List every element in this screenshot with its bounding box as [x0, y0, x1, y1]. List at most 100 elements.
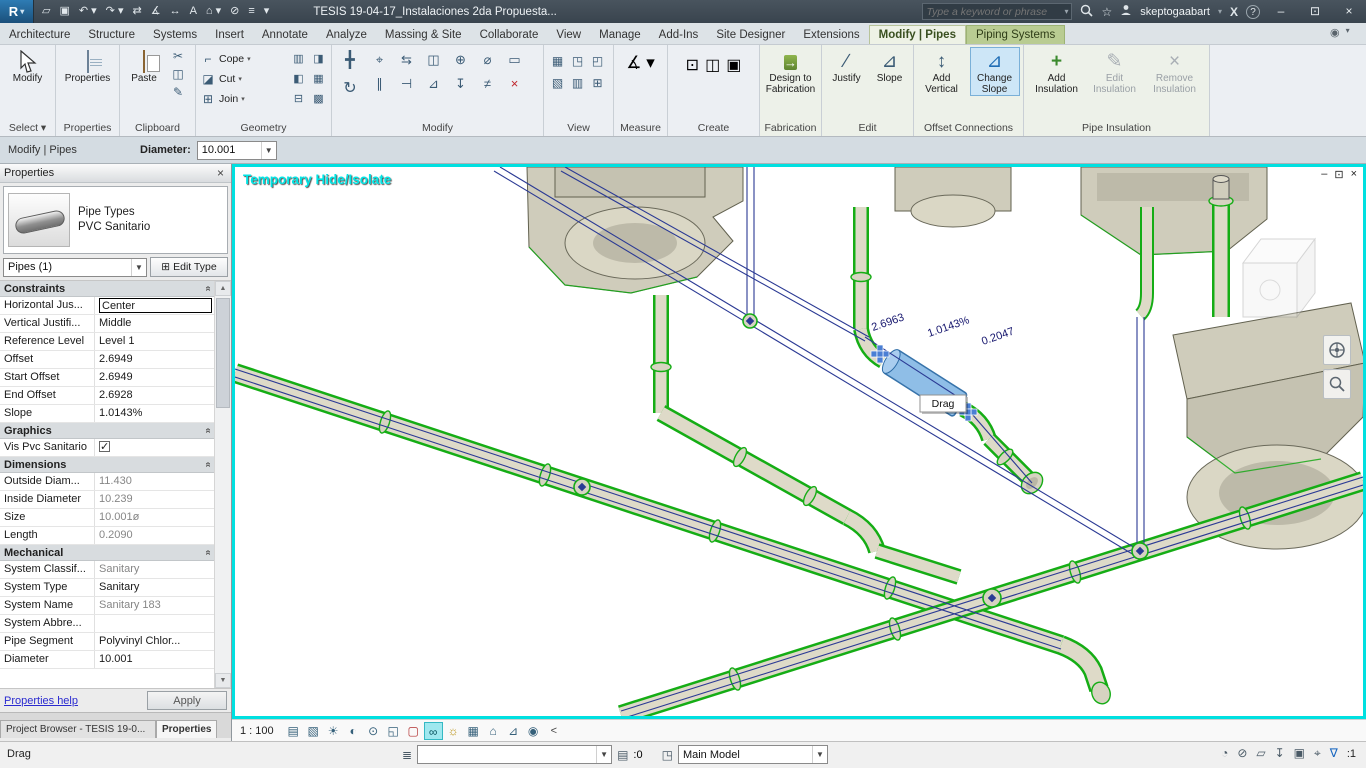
modify-button[interactable]: Modify [3, 47, 53, 86]
background-processes-icon[interactable]: ◔ [1221, 746, 1228, 761]
exchange-apps-icon[interactable]: X [1230, 5, 1238, 19]
save-icon[interactable]: ▣ [55, 1, 73, 22]
ribbon-tab[interactable]: Systems [144, 26, 206, 44]
expand-control-bar-icon[interactable]: < [545, 725, 557, 737]
extend-icon[interactable]: ⊿ [420, 72, 447, 96]
property-value[interactable]: 2.6949 [99, 371, 133, 383]
property-row[interactable]: System Classif... Sanitary [0, 561, 215, 579]
linework-icon[interactable]: ▥ [568, 71, 588, 93]
paste-button[interactable]: Paste [122, 47, 166, 86]
ribbon-tab[interactable]: Manage [590, 26, 650, 44]
property-row[interactable]: End Offset 2.6928 [0, 387, 215, 405]
undo-icon[interactable]: ↶ ▾ [75, 1, 101, 22]
dimension-label[interactable]: 2.6963 [870, 312, 906, 334]
temporary-hide-isolate-icon[interactable]: ∞ [423, 721, 443, 740]
property-value[interactable]: Sanitary [99, 581, 139, 593]
ribbon-tab[interactable]: View [547, 26, 590, 44]
plumbing-fixture-top-right[interactable] [1080, 166, 1268, 256]
mirror-icon[interactable]: ◫ [420, 48, 447, 72]
filter-icon[interactable]: ◳ [568, 49, 588, 71]
panel-label-offset-connections[interactable]: Offset Connections [914, 121, 1023, 136]
create-similar-icon[interactable]: ◫ [705, 55, 720, 75]
highlight-constraints-icon[interactable]: ◉ [524, 722, 543, 740]
dimension-label[interactable]: 0.2047 [980, 326, 1016, 348]
scroll-down-icon[interactable]: ▼ [215, 673, 231, 688]
scale-icon[interactable]: ∥ [366, 72, 393, 96]
editing-requests-icon[interactable]: ▤ [617, 748, 628, 762]
ribbon-tab[interactable]: Architecture [0, 26, 79, 44]
slope-button[interactable]: ⊿ Slope [870, 47, 910, 86]
property-value[interactable]: 0.2090 [99, 529, 133, 541]
drag-on-selection-icon[interactable]: ⌖ [1314, 746, 1321, 761]
filter-icon[interactable]: ∇ [1330, 746, 1338, 761]
panel-label-fabrication[interactable]: Fabrication [760, 121, 821, 136]
property-row[interactable]: Horizontal Jus... Center [0, 297, 215, 315]
panel-label-pipe-insulation[interactable]: Pipe Insulation [1024, 121, 1209, 136]
visual-style-icon[interactable]: ▧ [304, 722, 323, 740]
move-icon[interactable]: ╋ [336, 48, 364, 74]
property-value[interactable]: 2.6949 [99, 353, 133, 365]
ribbon-tab[interactable]: Collaborate [471, 26, 548, 44]
ribbon-tab[interactable]: Extensions [794, 26, 868, 44]
scrollbar-thumb[interactable] [216, 298, 230, 408]
edit-type-button[interactable]: ⊞ Edit Type [150, 257, 228, 277]
user-icon[interactable] [1120, 4, 1132, 19]
geometry-row-button[interactable]: ⊞ Join ▾ ⊟ ▩ [198, 89, 329, 108]
property-row[interactable]: Start Offset 2.6949 [0, 369, 215, 387]
property-value[interactable]: 10.001 [99, 653, 133, 665]
copy-icon[interactable]: ⊕ [447, 48, 474, 72]
property-value[interactable]: Sanitary 183 [99, 599, 161, 611]
vertical-pipe-valve[interactable] [1208, 175, 1234, 318]
collapse-icon[interactable]: « [203, 462, 214, 468]
property-row[interactable]: Reference Level Level 1 [0, 333, 215, 351]
property-value[interactable]: 10.239 [99, 493, 133, 505]
cut-icon[interactable]: ✂ [168, 47, 188, 65]
close-icon[interactable]: × [214, 166, 227, 180]
tab-project-browser[interactable]: Project Browser - TESIS 19-0... [0, 720, 156, 738]
type-selector[interactable]: Pipe Types PVC Sanitario [3, 186, 228, 254]
property-row[interactable]: Vertical Justifi... Middle [0, 315, 215, 333]
split-icon[interactable]: ⌀ [474, 48, 501, 72]
section-icon[interactable]: ⊘ [226, 1, 243, 22]
help-icon[interactable]: ? [1246, 4, 1260, 19]
crop-view-icon[interactable]: ◱ [384, 722, 403, 740]
search-icon[interactable] [1080, 4, 1094, 20]
select-links-icon[interactable]: ⊘ [1237, 746, 1247, 761]
match-type-icon[interactable]: ✎ [168, 83, 188, 101]
ribbon-tab[interactable]: Modify | Pipes [868, 25, 966, 44]
trim-icon[interactable]: ⊣ [393, 72, 420, 96]
justify-button[interactable]: ∕ Justify [826, 47, 868, 86]
plumbing-fixture-top-left[interactable] [526, 166, 744, 294]
geometry-extra-icon[interactable]: ▩ [310, 92, 327, 105]
plumbing-fixture-top-middle[interactable] [894, 166, 1012, 228]
panel-label-clipboard[interactable]: Clipboard [120, 121, 195, 136]
select-underlay-icon[interactable]: ▱ [1256, 746, 1265, 761]
property-row[interactable]: Length 0.2090 [0, 527, 215, 545]
section-header-constraints[interactable]: Constraints « [0, 281, 215, 297]
analytical-model-icon[interactable]: ⊿ [504, 722, 523, 740]
search-input[interactable] [926, 5, 1065, 18]
geometry-extra-icon[interactable]: ◧ [290, 72, 307, 85]
add-vertical-button[interactable]: ↕ Add Vertical [918, 47, 966, 96]
measure-tool-icon[interactable]: ∡ ▾ [626, 53, 655, 73]
panel-label-select[interactable]: Select ▾ [0, 121, 55, 136]
property-row[interactable]: System Type Sanitary [0, 579, 215, 597]
add-insulation-button[interactable]: + Add Insulation [1029, 47, 1085, 96]
tab-properties[interactable]: Properties [156, 720, 218, 738]
sun-path-icon[interactable]: ☀ [324, 722, 343, 740]
property-value[interactable]: Polyvinyl Chlor... [99, 635, 180, 647]
property-value[interactable]: 11.430 [99, 475, 132, 487]
property-value[interactable]: Middle [99, 317, 131, 329]
design-to-fabrication-button[interactable]: → Design to Fabrication [762, 47, 819, 96]
section-header-mechanical[interactable]: Mechanical « [0, 545, 215, 561]
text-icon[interactable]: A [186, 1, 201, 22]
3d-model-view[interactable]: 2.6963 1.0143% 0.2047 Drag [231, 166, 1366, 725]
thin-lines-icon[interactable]: ≡ [244, 1, 258, 22]
redo-icon[interactable]: ↷ ▾ [102, 1, 128, 22]
properties-palette-header[interactable]: Properties × [0, 164, 231, 183]
properties-button[interactable]: Properties [63, 47, 113, 86]
copy-icon[interactable]: ◫ [168, 65, 188, 83]
visibility-icon[interactable]: ▦ [548, 49, 568, 71]
property-row[interactable]: Offset 2.6949 [0, 351, 215, 369]
select-pinned-icon[interactable]: ↧ [1275, 746, 1285, 761]
